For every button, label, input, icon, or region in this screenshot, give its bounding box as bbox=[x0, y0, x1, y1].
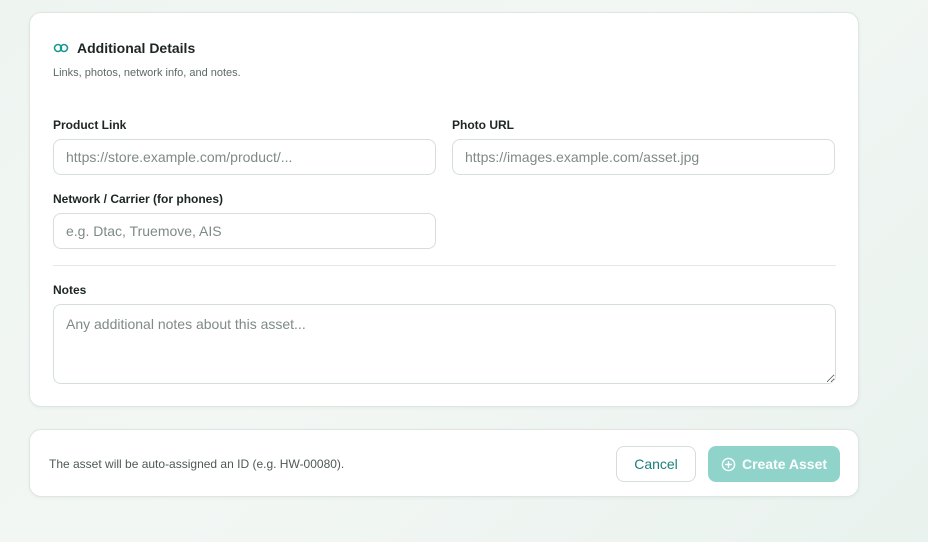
divider bbox=[53, 265, 836, 266]
product-link-input[interactable] bbox=[53, 139, 436, 175]
cancel-button[interactable]: Cancel bbox=[616, 446, 696, 482]
notes-textarea[interactable] bbox=[53, 304, 836, 384]
create-asset-button[interactable]: Create Asset bbox=[708, 446, 840, 482]
auto-id-note: The asset will be auto-assigned an ID (e… bbox=[49, 457, 345, 471]
create-asset-label: Create Asset bbox=[741, 456, 828, 472]
photo-url-label: Photo URL bbox=[452, 118, 514, 132]
link-icon bbox=[53, 40, 69, 56]
product-link-label: Product Link bbox=[53, 118, 127, 132]
network-carrier-input[interactable] bbox=[53, 213, 436, 249]
form-footer: The asset will be auto-assigned an ID (e… bbox=[29, 429, 859, 497]
section-subtitle: Links, photos, network info, and notes. bbox=[53, 67, 241, 79]
cancel-button-label: Cancel bbox=[634, 456, 678, 472]
section-header: Additional Details bbox=[53, 40, 195, 56]
notes-label: Notes bbox=[53, 283, 87, 297]
section-title: Additional Details bbox=[77, 40, 196, 56]
plus-circle-icon bbox=[721, 457, 736, 472]
photo-url-input[interactable] bbox=[452, 139, 835, 175]
network-carrier-label: Network / Carrier (for phones) bbox=[53, 192, 224, 206]
additional-details-card: Additional Details Links, photos, networ… bbox=[29, 12, 859, 407]
